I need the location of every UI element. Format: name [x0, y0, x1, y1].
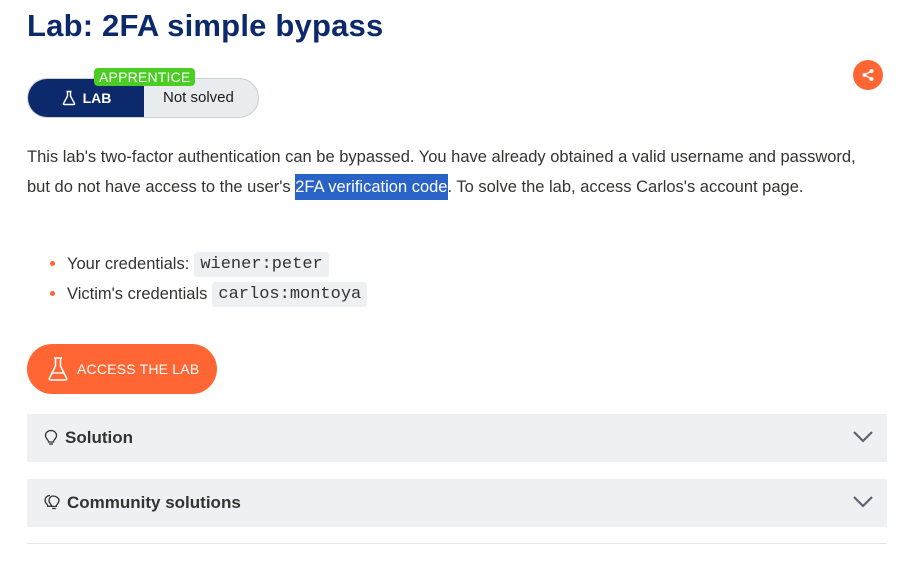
lightbulbs-icon — [44, 494, 60, 510]
list-item: Victim's credentials carlos:montoya — [47, 279, 368, 309]
solved-status: Not solved — [163, 89, 234, 106]
community-solutions-label: Community solutions — [67, 493, 241, 512]
page-title: Lab: 2FA simple bypass — [27, 8, 384, 43]
access-lab-label: ACCESS THE LAB — [77, 361, 200, 377]
lab-status-widget: LAB APPRENTICE Not solved — [27, 68, 259, 118]
solution-label: Solution — [65, 428, 133, 447]
access-lab-button[interactable]: ACCESS THE LAB — [27, 344, 217, 394]
share-icon — [862, 69, 874, 81]
credential-code: carlos:montoya — [212, 281, 368, 307]
lab-label: LAB — [82, 90, 112, 106]
credential-label: Your credentials: — [67, 254, 190, 273]
solution-accordion[interactable]: Solution — [27, 414, 887, 462]
chevron-down-icon — [853, 496, 873, 508]
lab-description: This lab's two-factor authentication can… — [27, 142, 867, 202]
selected-text: 2FA verification code — [295, 174, 448, 200]
list-item: Your credentials: wiener:peter — [47, 249, 367, 279]
description-text-2: . To solve the lab, access Carlos's acco… — [447, 178, 804, 196]
bullet-icon — [50, 261, 55, 266]
level-badge: APPRENTICE — [94, 68, 196, 86]
chevron-down-icon — [853, 431, 873, 443]
share-button[interactable] — [853, 60, 883, 90]
credential-code: wiener:peter — [194, 251, 329, 277]
bullet-icon — [50, 291, 55, 296]
community-solutions-accordion[interactable]: Community solutions — [27, 479, 887, 527]
lightbulb-icon — [44, 429, 58, 445]
credentials-list: Your credentials: wiener:peter Victim's … — [47, 249, 368, 309]
credential-label: Victim's credentials — [67, 284, 208, 303]
flask-icon — [62, 90, 75, 106]
flask-icon — [48, 357, 68, 381]
divider — [27, 543, 887, 544]
